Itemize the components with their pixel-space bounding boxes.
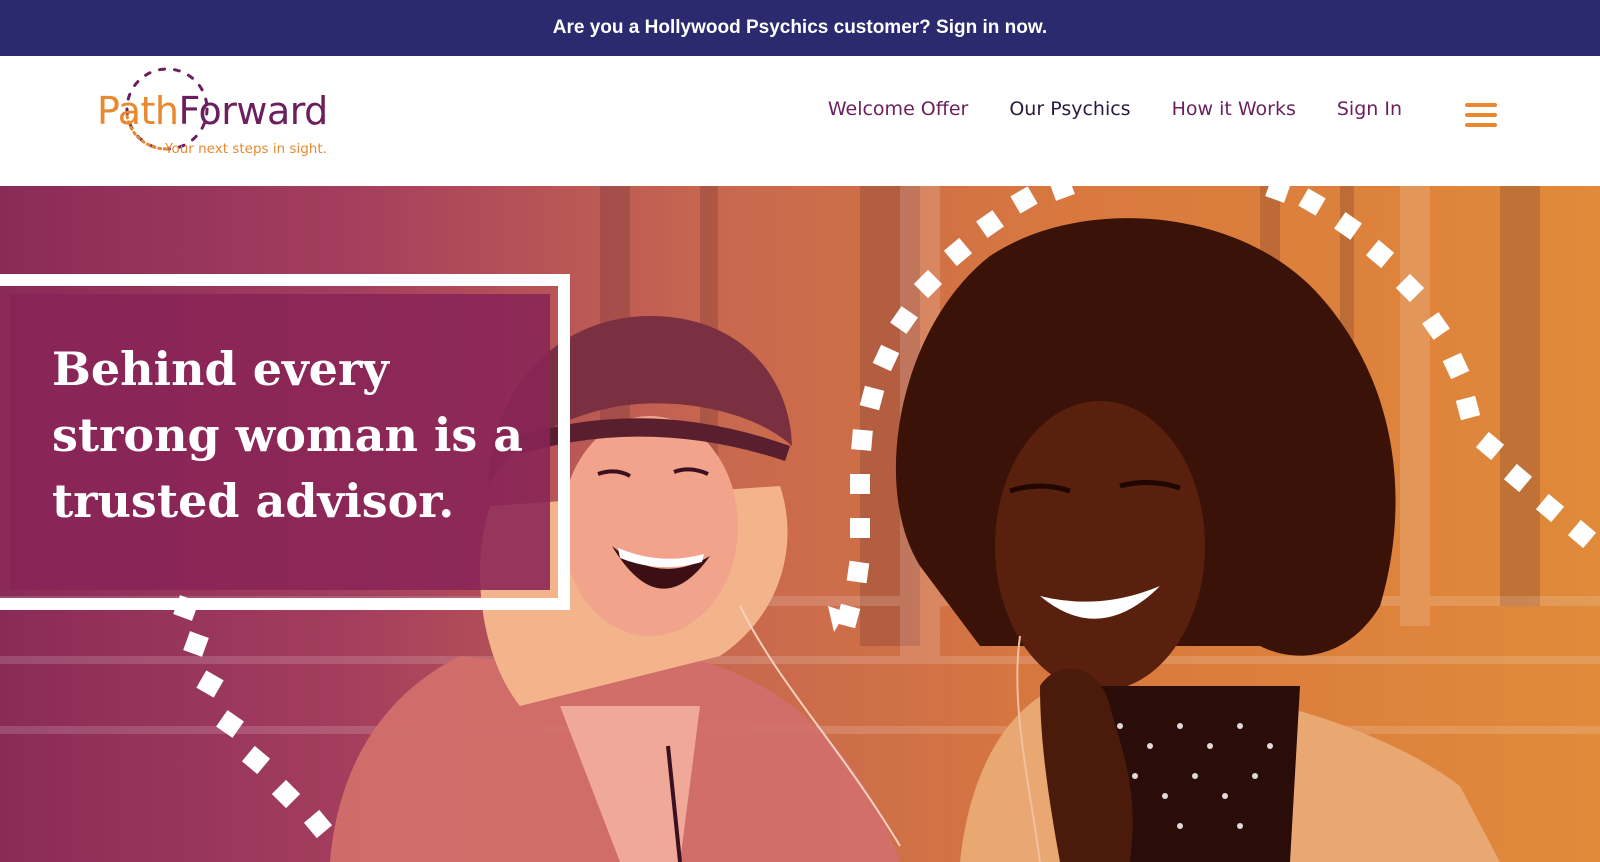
logo-wordmark: PathForward — [97, 89, 328, 133]
decorative-dots-left — [173, 595, 333, 839]
hamburger-menu-icon[interactable] — [1465, 103, 1497, 127]
sign-in-banner[interactable]: Are you a Hollywood Psychics customer? S… — [0, 0, 1600, 56]
hero-section: Behind every strong woman is a trusted a… — [0, 186, 1600, 862]
pathforward-logo[interactable]: PathForward Your next steps in sight. — [95, 66, 335, 166]
nav-how-it-works[interactable]: How it Works — [1172, 98, 1296, 120]
site-header: PathForward Your next steps in sight. We… — [0, 56, 1600, 186]
main-nav: Welcome Offer Our Psychics How it Works … — [828, 98, 1402, 120]
logo-tagline: Your next steps in sight. — [165, 141, 327, 157]
nav-our-psychics[interactable]: Our Psychics — [1009, 98, 1130, 120]
nav-sign-in[interactable]: Sign In — [1337, 98, 1402, 120]
nav-welcome-offer[interactable]: Welcome Offer — [828, 98, 969, 120]
hero-headline: Behind every strong woman is a trusted a… — [52, 342, 524, 528]
sign-in-banner-text: Are you a Hollywood Psychics customer? S… — [552, 17, 1048, 38]
